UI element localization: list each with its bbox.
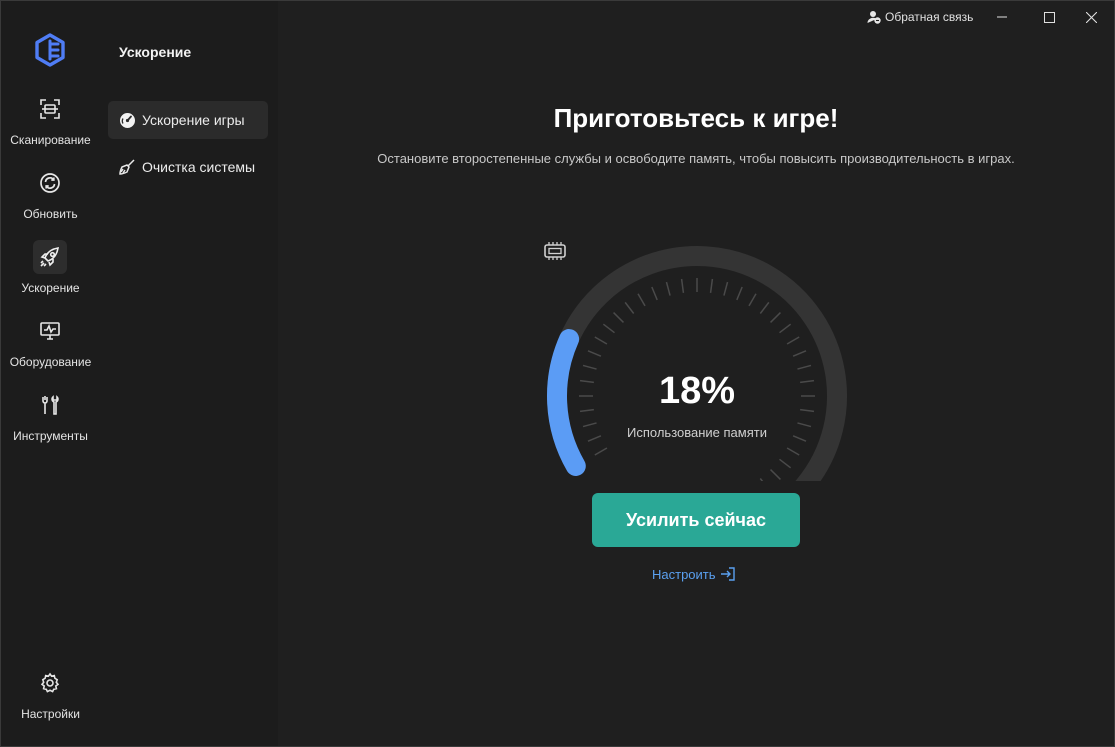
- app-window: Сканирование Обновить Ускорение Оборудов…: [0, 0, 1115, 747]
- gauge-tick: [736, 286, 743, 301]
- gauge-tick: [759, 301, 770, 314]
- subnav-item-system-cleanup[interactable]: Очистка системы: [108, 148, 268, 186]
- sign-in-arrow-icon: [720, 567, 735, 581]
- rail-item-label: Обновить: [23, 207, 78, 221]
- rail-item-label: Настройки: [21, 707, 80, 721]
- gauge-tick: [594, 447, 608, 456]
- gauge-tick: [680, 278, 685, 293]
- subnav-item-label: Ускорение игры: [142, 112, 245, 128]
- rail-item-label: Оборудование: [9, 355, 92, 369]
- maximize-button[interactable]: [1026, 1, 1072, 33]
- primary-sidebar: Сканирование Обновить Ускорение Оборудов…: [1, 1, 100, 746]
- feedback-label: Обратная связь: [885, 10, 974, 24]
- rail-item-tools[interactable]: Инструменты: [1, 388, 100, 454]
- boost-now-button[interactable]: Усилить сейчас: [592, 493, 800, 547]
- tools-icon: [33, 388, 67, 422]
- gauge-tick: [748, 293, 757, 307]
- subnav-item-game-boost[interactable]: Ускорение игры: [108, 101, 268, 139]
- gauge-tick: [797, 364, 812, 370]
- rail-item-boost[interactable]: Ускорение: [1, 240, 100, 306]
- feedback-button[interactable]: Обратная связь: [867, 7, 973, 27]
- gauge-tick: [665, 281, 671, 296]
- broom-icon: [118, 158, 136, 176]
- section-title: Ускорение: [119, 44, 192, 60]
- rail-item-update[interactable]: Обновить: [1, 166, 100, 232]
- gauge-tick: [770, 469, 781, 480]
- gauge-tick: [613, 312, 624, 323]
- app-logo-icon: [34, 33, 66, 67]
- gauge-tick: [602, 323, 615, 334]
- scan-icon: [33, 92, 67, 126]
- close-icon: [1085, 11, 1097, 23]
- memory-usage-gauge: 18% Использование памяти: [542, 241, 852, 481]
- gauge-tick: [786, 447, 800, 456]
- secondary-sidebar: Ускорение Ускорение игры Очистка системы: [100, 1, 278, 746]
- rail-item-label: Сканирование: [10, 133, 91, 147]
- minimize-button[interactable]: [979, 1, 1025, 33]
- rail-item-hardware[interactable]: Оборудование: [1, 314, 100, 380]
- close-button[interactable]: [1068, 1, 1114, 33]
- maximize-icon: [1043, 11, 1055, 23]
- memory-usage-label: Использование памяти: [627, 425, 767, 440]
- page-description: Остановите второстепенные службы и освоб…: [377, 151, 1015, 166]
- feedback-user-icon: [867, 11, 881, 24]
- gear-icon: [33, 666, 67, 700]
- gauge-tick: [594, 336, 608, 345]
- speedometer-icon: [118, 111, 136, 129]
- memory-usage-value: 18%: [658, 370, 736, 412]
- gauge-tick: [709, 278, 714, 293]
- page-headline: Приготовьтесь к игре!: [553, 103, 839, 133]
- gauge-tick: [786, 336, 800, 345]
- gauge-tick: [759, 478, 764, 481]
- gauge-tick: [582, 364, 597, 370]
- gauge-tick: [624, 301, 635, 314]
- gauge-tick: [637, 293, 646, 307]
- rail-item-scan[interactable]: Сканирование: [1, 92, 100, 158]
- hardware-monitor-icon: [33, 314, 67, 348]
- gauge-tick: [723, 281, 729, 296]
- gauge-arc: [547, 246, 847, 481]
- minimize-icon: [997, 16, 1007, 18]
- main-content: Обратная связь Приготовьтесь к игре! Ост…: [278, 1, 1114, 746]
- rail-item-label: Ускорение: [21, 281, 80, 295]
- gauge-tick: [792, 350, 807, 357]
- gauge-tick: [770, 312, 781, 323]
- rocket-icon: [33, 240, 67, 274]
- gauge-tick: [587, 350, 602, 357]
- gauge-tick: [779, 458, 792, 469]
- configure-link-label: Настроить: [652, 566, 716, 582]
- rail-item-label: Инструменты: [13, 429, 88, 443]
- gauge-tick: [779, 323, 792, 334]
- refresh-icon: [33, 166, 67, 200]
- gauge-tick: [651, 286, 658, 301]
- memory-chip-icon: [544, 242, 566, 260]
- rail-item-settings[interactable]: Настройки: [1, 666, 100, 732]
- subnav-item-label: Очистка системы: [142, 159, 256, 175]
- configure-link[interactable]: Настроить: [652, 566, 736, 582]
